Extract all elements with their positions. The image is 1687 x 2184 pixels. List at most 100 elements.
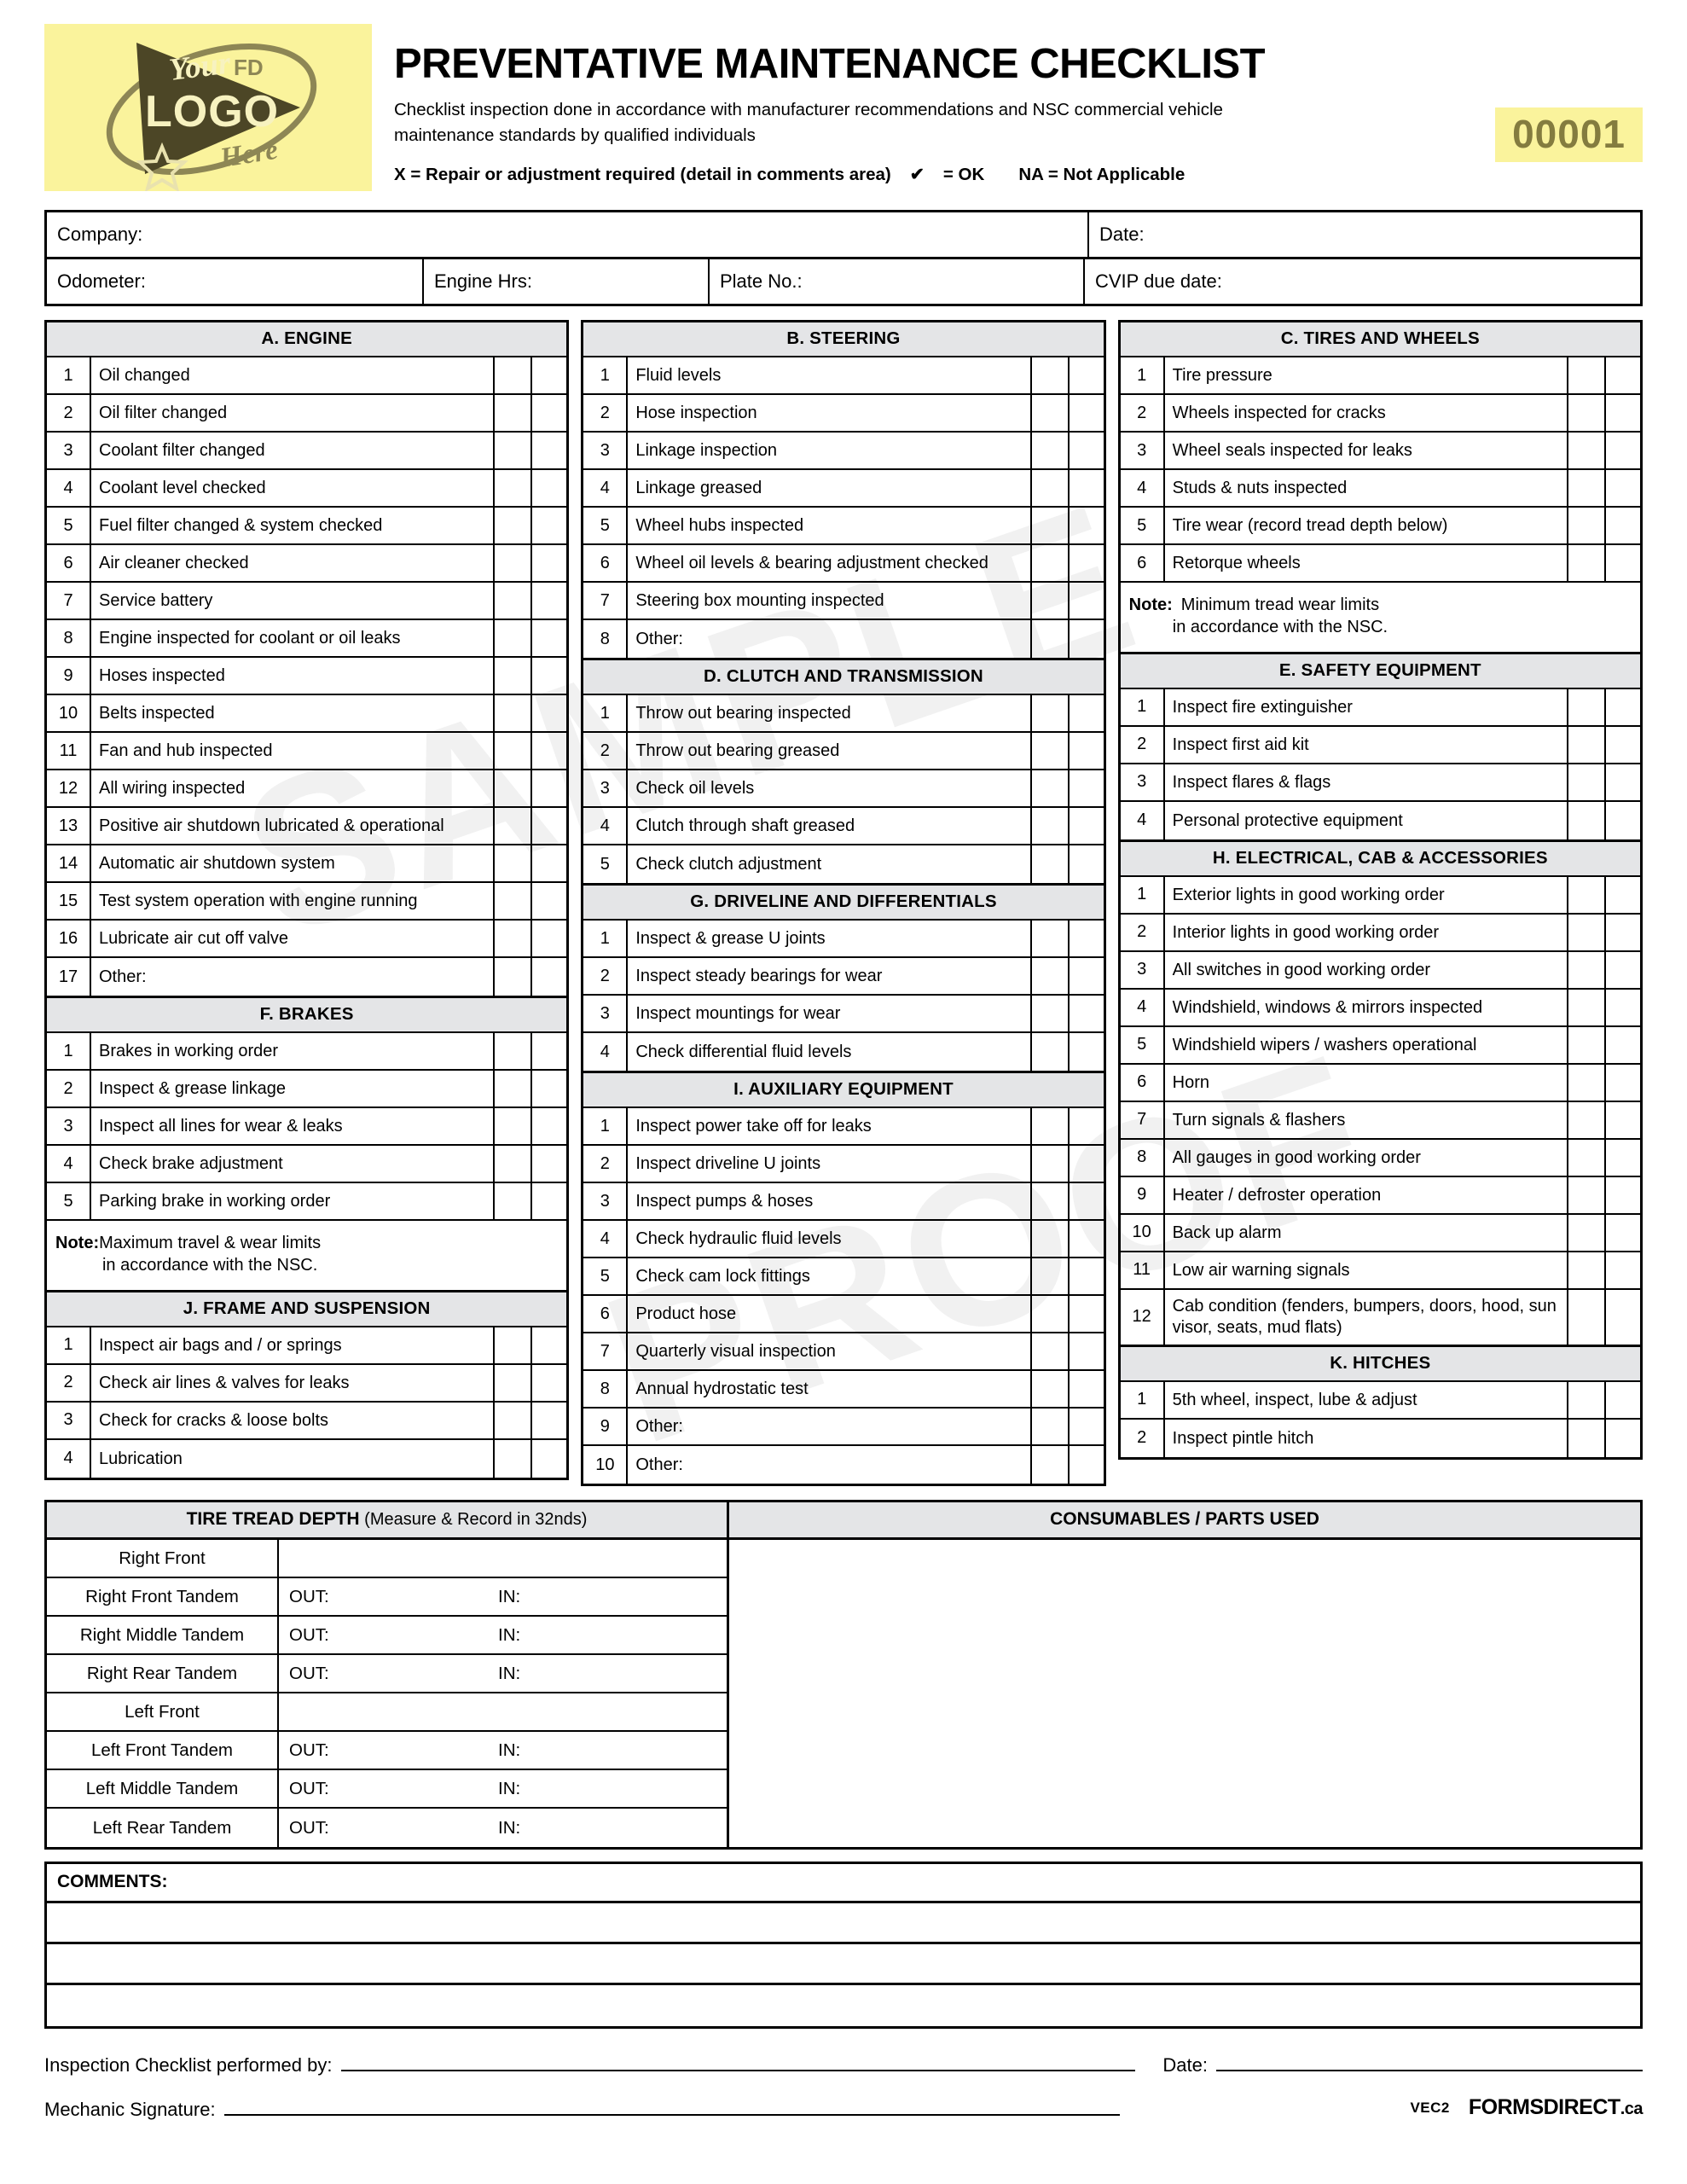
status-checkbox-cell[interactable] [1566,1101,1604,1138]
tread-value-cell[interactable] [279,1540,727,1577]
status-checkbox-cell[interactable] [1029,620,1068,658]
status-na-cell[interactable] [1067,921,1104,956]
status-checkbox-cell[interactable] [1566,688,1604,725]
plate-no-field[interactable]: Plate No.: [708,259,1083,304]
status-checkbox-cell[interactable] [1029,1371,1068,1407]
status-checkbox-cell[interactable] [493,583,530,619]
status-checkbox-cell[interactable] [1566,1176,1604,1213]
status-na-cell[interactable] [530,620,566,656]
status-na-cell[interactable] [1067,1296,1104,1332]
status-checkbox-cell[interactable] [493,1033,530,1069]
performed-by-input[interactable] [340,2054,1136,2071]
status-na-cell[interactable] [1067,1183,1104,1219]
status-na-cell[interactable] [530,1033,566,1069]
status-checkbox-cell[interactable] [1029,1183,1068,1219]
status-na-cell[interactable] [1603,1101,1640,1138]
status-na-cell[interactable] [1067,733,1104,769]
status-na-cell[interactable] [1067,1409,1104,1444]
status-na-cell[interactable] [1603,1064,1640,1101]
status-na-cell[interactable] [1067,1258,1104,1294]
status-checkbox-cell[interactable] [1566,951,1604,988]
status-checkbox-cell[interactable] [493,1439,530,1478]
status-na-cell[interactable] [1603,914,1640,950]
status-na-cell[interactable] [530,808,566,844]
status-checkbox-cell[interactable] [1029,1033,1068,1071]
tread-value-cell[interactable] [279,1693,727,1730]
status-checkbox-cell[interactable] [1029,996,1068,1031]
status-na-cell[interactable] [1603,1214,1640,1251]
status-na-cell[interactable] [530,395,566,431]
status-checkbox-cell[interactable] [1029,545,1068,581]
status-na-cell[interactable] [1067,620,1104,658]
status-na-cell[interactable] [1603,726,1640,763]
status-checkbox-cell[interactable] [1566,1064,1604,1101]
status-checkbox-cell[interactable] [493,508,530,543]
status-checkbox-cell[interactable] [1566,1026,1604,1063]
status-na-cell[interactable] [530,1364,566,1401]
status-checkbox-cell[interactable] [493,658,530,694]
status-checkbox-cell[interactable] [1029,958,1068,994]
status-checkbox-cell[interactable] [493,1071,530,1107]
status-na-cell[interactable] [1603,876,1640,913]
status-checkbox-cell[interactable] [1029,1446,1068,1484]
tread-value-cell[interactable]: OUT: IN: [279,1655,727,1692]
company-field[interactable]: Company: [47,212,1087,257]
status-na-cell[interactable] [530,1071,566,1107]
consumables-entry-area[interactable] [729,1540,1640,1847]
status-checkbox-cell[interactable] [493,770,530,806]
status-checkbox-cell[interactable] [493,808,530,844]
status-na-cell[interactable] [1067,996,1104,1031]
status-na-cell[interactable] [1603,1139,1640,1176]
status-na-cell[interactable] [530,470,566,506]
tread-value-cell[interactable]: OUT: IN: [279,1809,727,1847]
status-checkbox-cell[interactable] [1029,1108,1068,1144]
status-na-cell[interactable] [1603,1419,1640,1457]
status-na-cell[interactable] [1067,770,1104,806]
status-na-cell[interactable] [1067,1108,1104,1144]
status-checkbox-cell[interactable] [493,958,530,996]
status-checkbox-cell[interactable] [1566,508,1604,543]
status-na-cell[interactable] [1067,433,1104,468]
status-checkbox-cell[interactable] [493,1327,530,1363]
status-na-cell[interactable] [1603,470,1640,506]
status-na-cell[interactable] [1067,845,1104,883]
status-checkbox-cell[interactable] [493,1402,530,1438]
status-na-cell[interactable] [1603,764,1640,800]
date-field[interactable]: Date: [1087,212,1640,257]
status-na-cell[interactable] [530,1108,566,1144]
status-checkbox-cell[interactable] [493,845,530,881]
status-checkbox-cell[interactable] [1029,1296,1068,1332]
status-checkbox-cell[interactable] [493,545,530,581]
status-checkbox-cell[interactable] [1566,1419,1604,1457]
status-checkbox-cell[interactable] [1029,433,1068,468]
status-checkbox-cell[interactable] [1566,433,1604,468]
status-na-cell[interactable] [530,508,566,543]
tread-value-cell[interactable]: OUT: IN: [279,1578,727,1615]
status-checkbox-cell[interactable] [493,1364,530,1401]
status-checkbox-cell[interactable] [1566,470,1604,506]
status-checkbox-cell[interactable] [1566,914,1604,950]
status-na-cell[interactable] [530,921,566,956]
cvip-due-date-field[interactable]: CVIP due date: [1083,259,1640,304]
status-na-cell[interactable] [530,770,566,806]
status-checkbox-cell[interactable] [1029,845,1068,883]
status-na-cell[interactable] [1067,695,1104,731]
status-na-cell[interactable] [530,1146,566,1182]
status-na-cell[interactable] [530,958,566,996]
status-na-cell[interactable] [1067,1333,1104,1369]
comment-line[interactable] [47,1985,1640,2026]
tread-value-cell[interactable]: OUT: IN: [279,1617,727,1653]
status-na-cell[interactable] [530,845,566,881]
status-checkbox-cell[interactable] [1566,545,1604,581]
status-na-cell[interactable] [1067,1146,1104,1182]
footer-date-input[interactable] [1216,2054,1643,2071]
status-na-cell[interactable] [530,545,566,581]
status-checkbox-cell[interactable] [1566,764,1604,800]
comment-line[interactable] [47,1903,1640,1944]
status-checkbox-cell[interactable] [493,921,530,956]
status-na-cell[interactable] [530,1439,566,1478]
status-checkbox-cell[interactable] [1566,1252,1604,1288]
status-na-cell[interactable] [1603,357,1640,393]
status-checkbox-cell[interactable] [1029,508,1068,543]
status-na-cell[interactable] [1067,583,1104,619]
